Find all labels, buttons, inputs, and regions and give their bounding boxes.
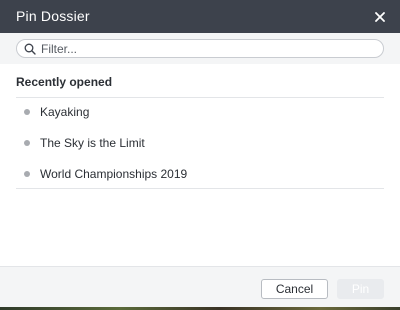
close-button[interactable] (370, 7, 390, 27)
dialog-footer: Cancel Pin (0, 266, 400, 310)
divider (16, 188, 384, 189)
list-item[interactable]: Kayaking (16, 98, 384, 129)
bullet-icon (24, 109, 30, 115)
pin-dossier-dialog: Pin Dossier Recently opened Kayaking The… (0, 0, 400, 310)
pin-button[interactable]: Pin (337, 279, 384, 299)
section-heading-recently-opened: Recently opened (16, 75, 113, 89)
search-icon (24, 43, 36, 55)
list-item[interactable]: World Championships 2019 (16, 160, 384, 191)
bullet-icon (24, 171, 30, 177)
dialog-title-bar: Pin Dossier (0, 0, 400, 33)
close-icon (375, 12, 385, 22)
filter-input[interactable] (41, 40, 371, 57)
cancel-button[interactable]: Cancel (261, 279, 328, 299)
bullet-icon (24, 140, 30, 146)
dialog-title: Pin Dossier (16, 8, 90, 24)
search-bar-area (0, 33, 400, 64)
search-box[interactable] (16, 39, 384, 58)
list-item-label: World Championships 2019 (40, 167, 188, 181)
list-item-label: Kayaking (40, 105, 90, 119)
recent-dossier-list: Kayaking The Sky is the Limit World Cham… (16, 98, 384, 191)
list-item[interactable]: The Sky is the Limit (16, 129, 384, 160)
list-item-label: The Sky is the Limit (40, 136, 145, 150)
